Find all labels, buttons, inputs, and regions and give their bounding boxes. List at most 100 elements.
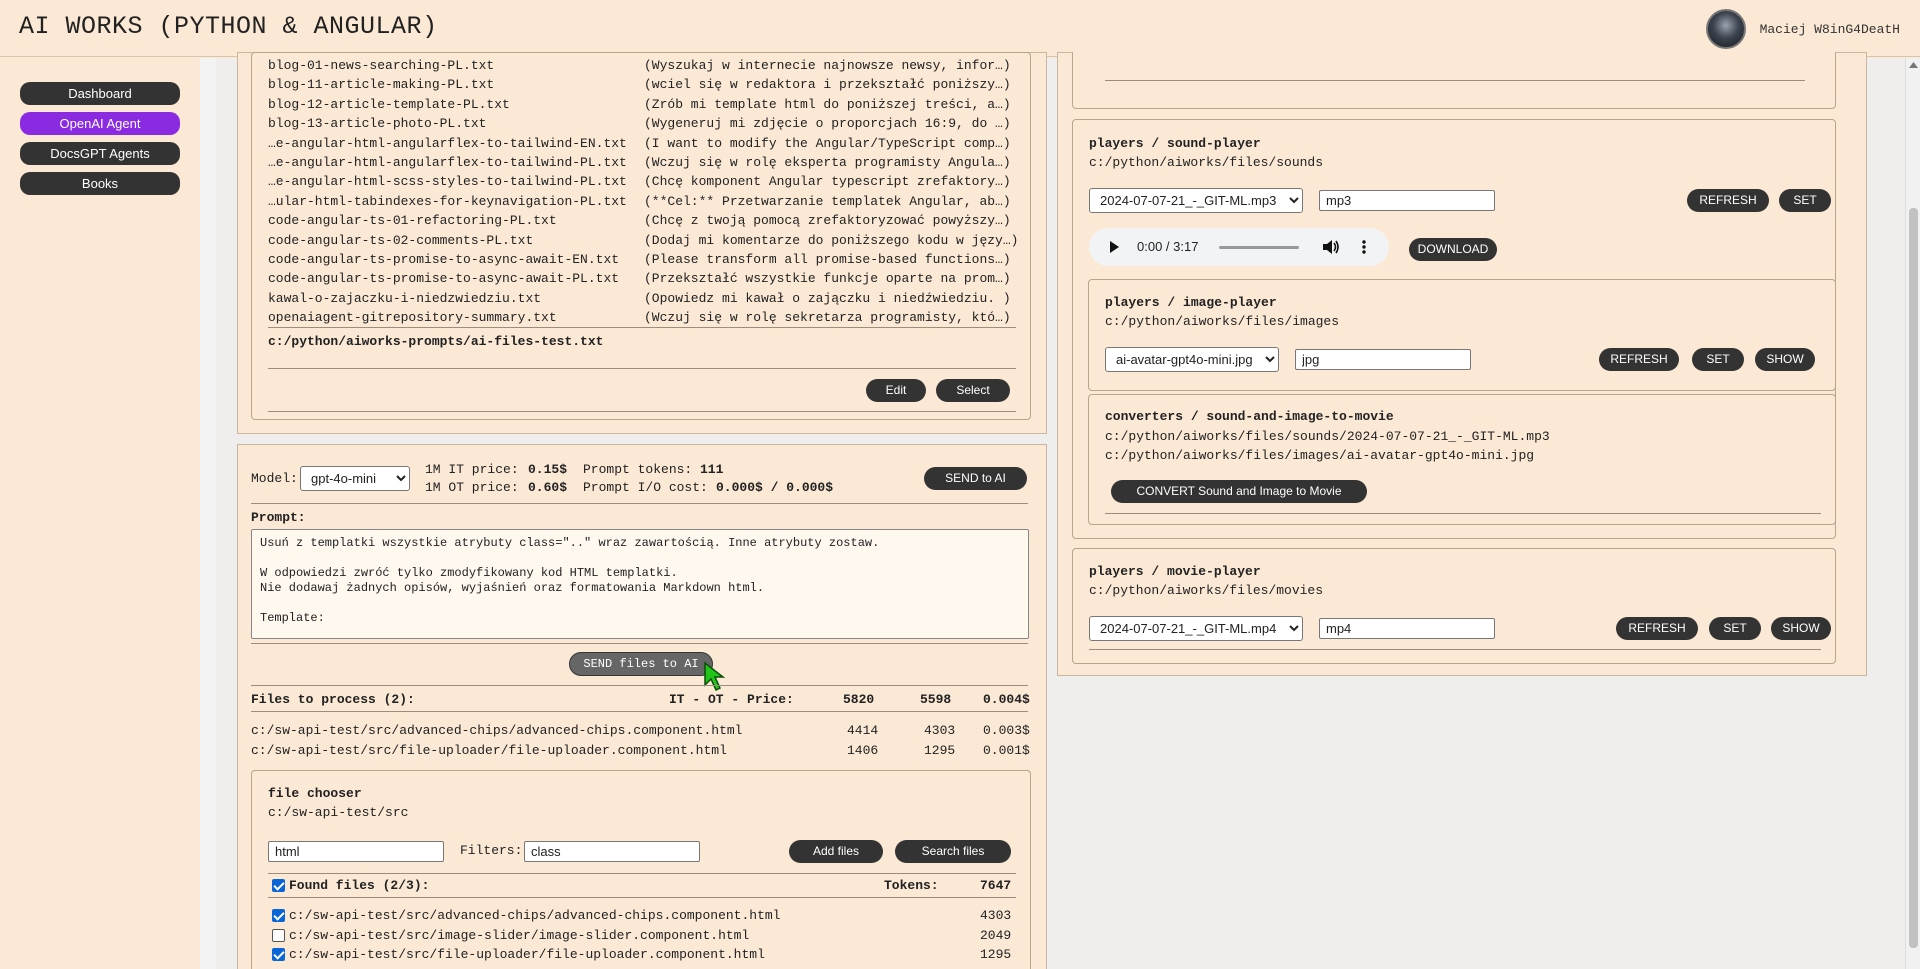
prompt-file-name[interactable]: blog-12-article-template-PL.txt	[268, 97, 510, 112]
image-set-button[interactable]: SET	[1692, 348, 1744, 371]
prompt-file-name[interactable]: blog-01-news-searching-PL.txt	[268, 58, 494, 73]
sidebar-item-books[interactable]: Books	[20, 172, 180, 195]
prompt-file-name[interactable]: blog-11-article-making-PL.txt	[268, 77, 494, 92]
scroll-up-icon[interactable]	[1909, 62, 1918, 68]
prompt-file-description[interactable]: (Dodaj mi komentarze do poniższego kodu …	[644, 233, 1018, 248]
prompt-file-name[interactable]: code-angular-ts-02-comments-PL.txt	[268, 233, 533, 248]
sound-ext-input[interactable]	[1319, 190, 1495, 211]
found-file-path[interactable]: c:/sw-api-test/src/file-uploader/file-up…	[289, 947, 765, 962]
prompt-cost-label: Prompt I/O cost:	[583, 480, 708, 495]
prev-player-panel	[1072, 52, 1836, 109]
sidebar-item-openai-agent[interactable]: OpenAI Agent	[20, 112, 180, 135]
user-menu[interactable]: Maciej W8inG4DeatH	[1705, 9, 1900, 49]
send-files-to-ai-button[interactable]: SEND files to AI	[569, 652, 713, 676]
movie-show-button[interactable]: SHOW	[1771, 617, 1831, 640]
files-to-process-title: Files to process (2):	[251, 692, 415, 707]
found-file-tokens: 2049	[980, 927, 1012, 943]
process-file-price: 0.003$	[983, 723, 1030, 738]
model-select[interactable]: gpt-4o-mini	[300, 466, 410, 491]
sound-file-select[interactable]: 2024-07-07-21_-_GIT-ML.mp3	[1089, 188, 1303, 213]
files-total-price: 0.004$	[983, 692, 1030, 707]
found-file-checkbox[interactable]	[272, 909, 285, 922]
audio-seek-bar[interactable]	[1219, 246, 1299, 249]
found-file-tokens: 1295	[980, 947, 1012, 962]
extension-input[interactable]	[268, 841, 444, 862]
found-file-checkbox[interactable]	[272, 948, 285, 961]
volume-icon[interactable]	[1322, 239, 1340, 255]
select-all-checkbox[interactable]	[272, 879, 285, 892]
prompt-line: Usuń z templatki wszystkie atrybuty clas…	[260, 536, 880, 550]
prompt-file-name[interactable]: …e-angular-html-angularflex-to-tailwind-…	[268, 136, 627, 151]
sound-player-title: players / sound-player	[1089, 136, 1261, 151]
download-button[interactable]: DOWNLOAD	[1409, 238, 1497, 261]
prompt-file-description[interactable]: (wciel się w redaktora i przekształć pon…	[644, 77, 1011, 92]
prompt-file-description[interactable]: (Chcę z twoją pomocą zrefaktoryzować pow…	[644, 213, 1011, 228]
movie-file-select[interactable]: 2024-07-07-21_-_GIT-ML.mp4	[1089, 616, 1303, 641]
prompt-file-name[interactable]: code-angular-ts-promise-to-async-await-P…	[268, 271, 619, 286]
prompt-file-description[interactable]: (Wczuj się w rolę eksperta programisty A…	[644, 155, 1011, 170]
process-file-ot: 4303	[924, 723, 956, 738]
sidebar-item-docsgpt-agents[interactable]: DocsGPT Agents	[20, 142, 180, 165]
prompt-file-description[interactable]: (Opowiedz mi kawał o zajączku i niedźwie…	[644, 291, 1011, 306]
page-scrollbar[interactable]	[1905, 58, 1920, 969]
select-button[interactable]: Select	[936, 379, 1010, 402]
movie-set-button[interactable]: SET	[1709, 617, 1761, 640]
prompt-file-description[interactable]: (Przekształć wszystkie funkcje oparte na…	[644, 271, 1011, 286]
prompt-tokens-label: Prompt tokens:	[583, 462, 693, 477]
prompt-file-name[interactable]: …ular-html-tabindexes-for-keynavigation-…	[268, 194, 627, 209]
image-file-select[interactable]: ai-avatar-gpt4o-mini.jpg	[1105, 347, 1279, 372]
prompt-file-description[interactable]: (**Cel:** Przetwarzanie templatek Angula…	[644, 194, 1011, 209]
prompt-file-name[interactable]: kawal-o-zajaczku-i-niedzwiedziu.txt	[268, 291, 541, 306]
prompt-file-description[interactable]: (Wczuj się w rolę sekretarza programisty…	[644, 310, 1011, 325]
process-file-path[interactable]: c:/sw-api-test/src/advanced-chips/advanc…	[251, 723, 742, 738]
edit-button[interactable]: Edit	[866, 379, 926, 402]
user-name: Maciej W8inG4DeatH	[1759, 21, 1900, 37]
movie-player-title: players / movie-player	[1089, 564, 1261, 579]
prompt-file-description[interactable]: (I want to modify the Angular/TypeScript…	[644, 136, 1011, 151]
process-file-ot: 1295	[924, 742, 956, 758]
prompt-file-name[interactable]: code-angular-ts-01-refactoring-PL.txt	[268, 213, 557, 228]
process-file-path[interactable]: c:/sw-api-test/src/file-uploader/file-up…	[251, 743, 727, 758]
convert-button[interactable]: CONVERT Sound and Image to Movie	[1111, 480, 1367, 503]
filters-input[interactable]	[524, 841, 700, 862]
sound-refresh-button[interactable]: REFRESH	[1687, 189, 1769, 212]
movie-player-path: c:/python/aiworks/files/movies	[1089, 583, 1324, 598]
prompt-file-description[interactable]: (Wyszukaj w internecie najnowsze newsy, …	[644, 58, 1011, 73]
prompt-file-name[interactable]: …e-angular-html-angularflex-to-tailwind-…	[268, 155, 627, 170]
prompt-textarea[interactable]: Usuń z templatki wszystkie atrybuty clas…	[251, 529, 1029, 639]
process-file-price: 0.001$	[983, 742, 1030, 758]
prompt-file-name[interactable]: code-angular-ts-promise-to-async-await-E…	[268, 252, 619, 267]
add-files-button[interactable]: Add files	[789, 840, 883, 863]
send-to-ai-button[interactable]: SEND to AI	[924, 467, 1027, 490]
image-player-title: players / image-player	[1105, 295, 1277, 310]
play-icon[interactable]	[1107, 240, 1121, 254]
prompt-tokens-value: 111	[700, 462, 724, 477]
tokens-value: 7647	[980, 878, 1012, 893]
more-options-icon[interactable]	[1361, 239, 1367, 255]
found-file-path[interactable]: c:/sw-api-test/src/advanced-chips/advanc…	[289, 908, 780, 923]
model-label: Model:	[251, 471, 298, 486]
search-files-button[interactable]: Search files	[895, 840, 1011, 863]
movie-ext-input[interactable]	[1319, 618, 1495, 639]
sound-set-button[interactable]: SET	[1779, 189, 1831, 212]
prompt-file-description[interactable]: (Wygeneruj mi zdjęcie o proporcjach 16:9…	[644, 116, 1011, 131]
prompt-file-name[interactable]: openaiagent-gitrepository-summary.txt	[268, 310, 557, 325]
prompt-file-description[interactable]: (Please transform all promise-based func…	[644, 252, 1011, 267]
avatar[interactable]	[1705, 9, 1746, 49]
found-file-checkbox[interactable]	[272, 928, 285, 942]
prompt-cost-value: 0.000$ / 0.000$	[716, 480, 834, 495]
prompt-file-name[interactable]: blog-13-article-photo-PL.txt	[268, 116, 486, 131]
image-ext-input[interactable]	[1295, 349, 1471, 370]
image-refresh-button[interactable]: REFRESH	[1599, 348, 1679, 371]
it-price-value: 0.15$	[528, 462, 568, 477]
scrollbar-thumb[interactable]	[1909, 208, 1918, 948]
prompt-file-name[interactable]: …e-angular-html-scss-styles-to-tailwind-…	[268, 174, 627, 189]
audio-player[interactable]: 0:00 / 3:17	[1089, 228, 1389, 266]
image-show-button[interactable]: SHOW	[1755, 348, 1815, 371]
prompt-file-description[interactable]: (Chcę komponent Angular typescript zrefa…	[644, 174, 1011, 189]
prompt-file-description[interactable]: (Zrób mi template html do poniższej treś…	[644, 97, 1011, 112]
found-files-title: Found files (2/3):	[289, 878, 430, 893]
sidebar-item-dashboard[interactable]: Dashboard	[20, 82, 180, 105]
found-file-path[interactable]: c:/sw-api-test/src/image-slider/image-sl…	[289, 928, 749, 943]
movie-refresh-button[interactable]: REFRESH	[1616, 617, 1698, 640]
